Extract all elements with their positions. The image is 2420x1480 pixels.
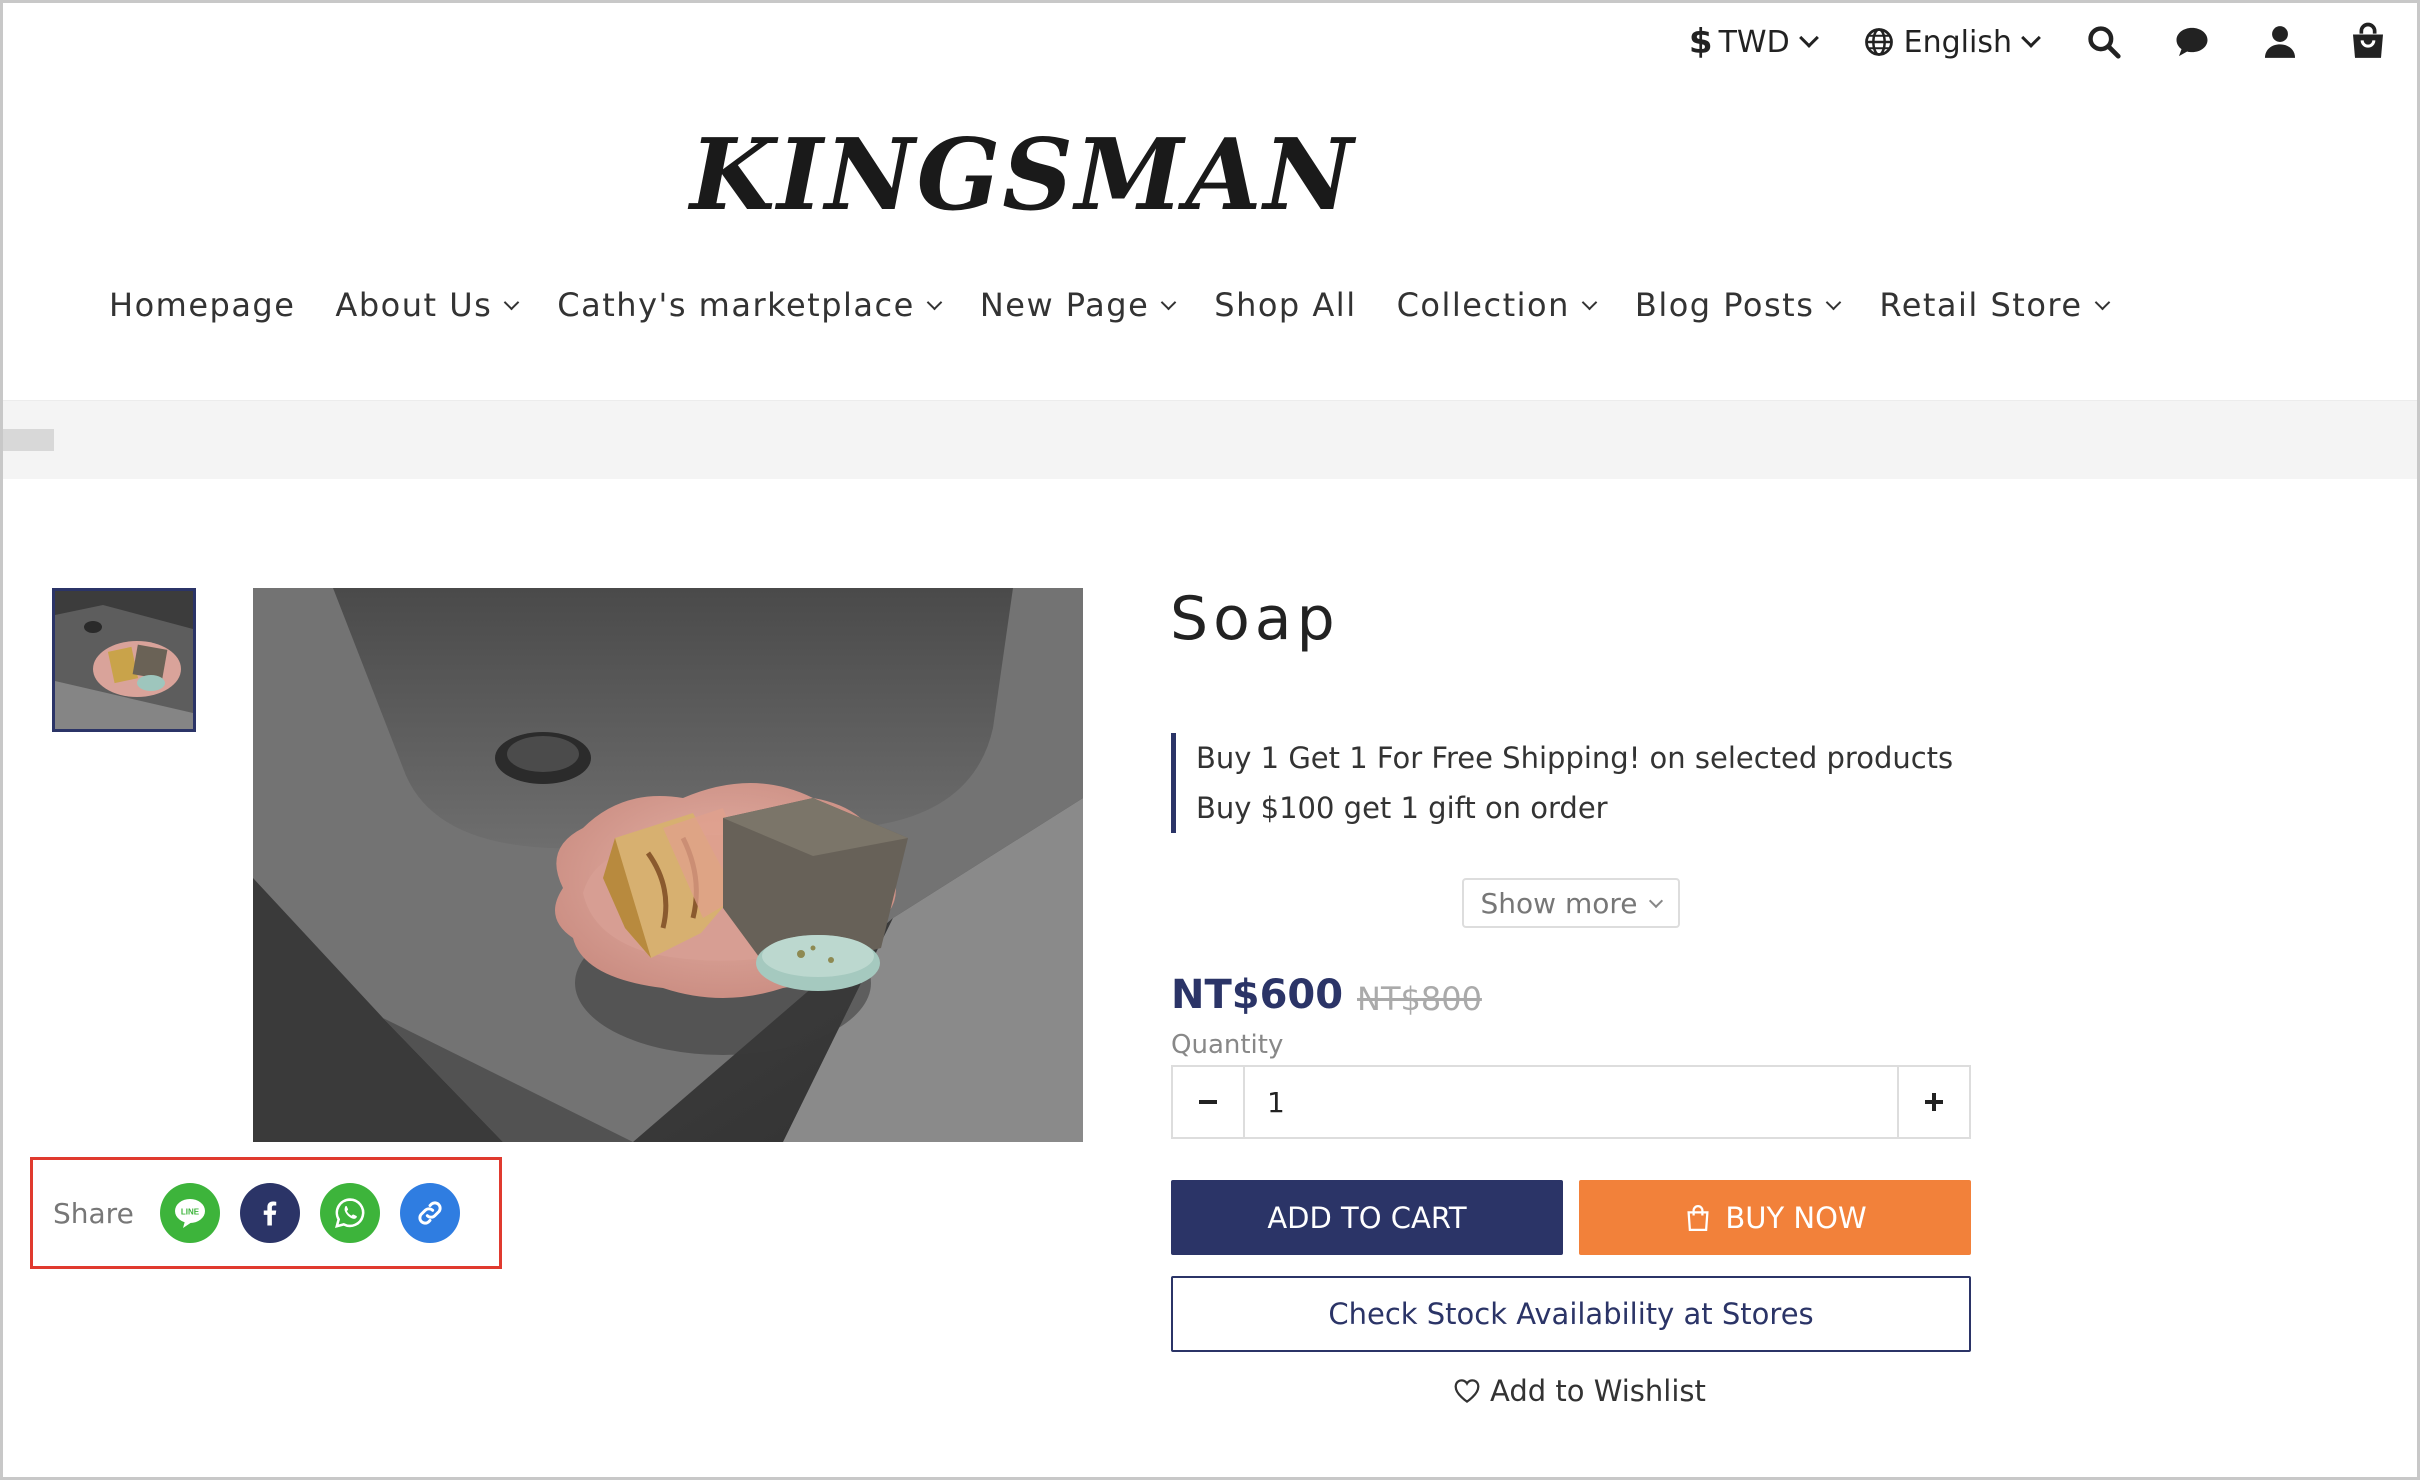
search-button[interactable] (2082, 20, 2126, 64)
add-to-cart-button[interactable]: ADD TO CART (1171, 1180, 1563, 1255)
minus-icon (1199, 1100, 1217, 1104)
currency-selector[interactable]: $ TWD (1688, 22, 1819, 62)
nav-item-cathys-marketplace[interactable]: Cathy's marketplace (557, 286, 943, 324)
nav-item-label: Homepage (109, 286, 296, 324)
utility-bar: $ TWD English (1641, 14, 2390, 70)
chevron-down-icon (2094, 294, 2110, 310)
nav-item-label: New Page (979, 286, 1150, 324)
chevron-down-icon (1798, 28, 1819, 48)
facebook-icon (263, 1201, 277, 1226)
soap-thumbnail-image (55, 591, 193, 729)
nav-item-label: Shop All (1214, 286, 1357, 324)
account-button[interactable] (2258, 20, 2302, 64)
cart-icon (2353, 22, 2383, 58)
nav-item-label: Blog Posts (1634, 286, 1815, 324)
nav-item-label: Retail Store (1879, 286, 2083, 324)
nav-item-homepage[interactable]: Homepage (109, 286, 295, 324)
language-selector[interactable]: English (1864, 24, 2041, 60)
copy-link-button[interactable] (399, 1183, 460, 1243)
chevron-down-icon (504, 294, 520, 310)
share-whatsapp-button[interactable] (319, 1183, 380, 1243)
chevron-down-icon (1160, 294, 1177, 310)
original-price: NT$800 (1357, 980, 1482, 1018)
product-thumbnail[interactable] (52, 588, 196, 732)
whatsapp-icon (334, 1198, 365, 1228)
heart-icon (1454, 1379, 1480, 1403)
cart-button[interactable] (2346, 20, 2390, 64)
globe-icon (1864, 28, 1893, 56)
nav-item-new-page[interactable]: New Page (979, 286, 1177, 324)
share-line-button[interactable]: LINE (159, 1183, 220, 1243)
shopping-bag-icon (1687, 1204, 1709, 1231)
currency-label: TWD (1718, 24, 1790, 60)
buy-now-label: BUY NOW (1725, 1200, 1867, 1235)
check-stock-button[interactable]: Check Stock Availability at Stores (1171, 1276, 1971, 1352)
promotion-item[interactable]: Buy 1 Get 1 For Free Shipping! on select… (1196, 733, 1953, 783)
show-more-label: Show more (1480, 886, 1638, 920)
nav-item-shop-all[interactable]: Shop All (1214, 286, 1356, 324)
chevron-down-icon (926, 294, 943, 310)
share-label: Share (53, 1196, 134, 1230)
quantity-decrease-button[interactable] (1173, 1067, 1243, 1137)
breadcrumb-band (0, 400, 2420, 479)
nav-item-blog-posts[interactable]: Blog Posts (1634, 286, 1842, 324)
chevron-down-icon (2021, 28, 2041, 48)
sale-price: NT$600 (1171, 972, 1344, 1018)
add-to-wishlist-button[interactable]: Add to Wishlist (1452, 1374, 1706, 1408)
language-label: English (1903, 24, 2012, 60)
chat-button[interactable] (2170, 20, 2214, 64)
quantity-input[interactable] (1243, 1067, 1899, 1137)
buy-now-button[interactable]: BUY NOW (1579, 1180, 1971, 1255)
quantity-label: Quantity (1171, 1030, 1284, 1060)
nav-item-label: Cathy's marketplace (557, 286, 915, 324)
user-icon (2264, 26, 2296, 58)
chevron-down-icon (1649, 893, 1664, 908)
link-icon (418, 1201, 442, 1225)
show-more-button[interactable]: Show more (1462, 878, 1680, 928)
share-bar: Share LINE (30, 1157, 502, 1269)
nav-item-retail-store[interactable]: Retail Store (1879, 286, 2110, 324)
store-logo[interactable]: KINGSMAN (690, 118, 1355, 233)
breadcrumb-placeholder (0, 429, 54, 451)
nav-item-label: About Us (335, 286, 493, 324)
nav-item-collection[interactable]: Collection (1396, 286, 1598, 324)
add-to-cart-label: ADD TO CART (1267, 1200, 1467, 1235)
promotion-item[interactable]: Buy $100 get 1 gift on order (1196, 783, 1953, 833)
soap-product-image (253, 588, 1083, 1142)
product-main-image[interactable] (253, 588, 1083, 1142)
chevron-down-icon (1581, 294, 1598, 310)
quantity-increase-button[interactable] (1899, 1067, 1969, 1137)
line-icon-text: LINE (181, 1208, 200, 1217)
search-icon (2088, 26, 2121, 59)
nav-item-label: Collection (1396, 286, 1570, 324)
quantity-stepper (1171, 1065, 1971, 1139)
nav-item-about-us[interactable]: About Us (335, 286, 520, 324)
promotions-list: Buy 1 Get 1 For Free Shipping! on select… (1171, 733, 1953, 833)
chevron-down-icon (1826, 294, 1842, 310)
line-icon: LINE (174, 1199, 205, 1228)
check-stock-label: Check Stock Availability at Stores (1328, 1297, 1814, 1331)
currency-symbol: $ (1688, 22, 1713, 62)
product-title: Soap (1170, 584, 1340, 654)
wishlist-label: Add to Wishlist (1490, 1374, 1706, 1408)
main-navigation: Homepage About Us Cathy's marketplace Ne… (109, 286, 2148, 324)
plus-icon (1925, 1093, 1943, 1111)
chat-icon (2176, 27, 2208, 57)
share-facebook-button[interactable] (239, 1183, 300, 1243)
